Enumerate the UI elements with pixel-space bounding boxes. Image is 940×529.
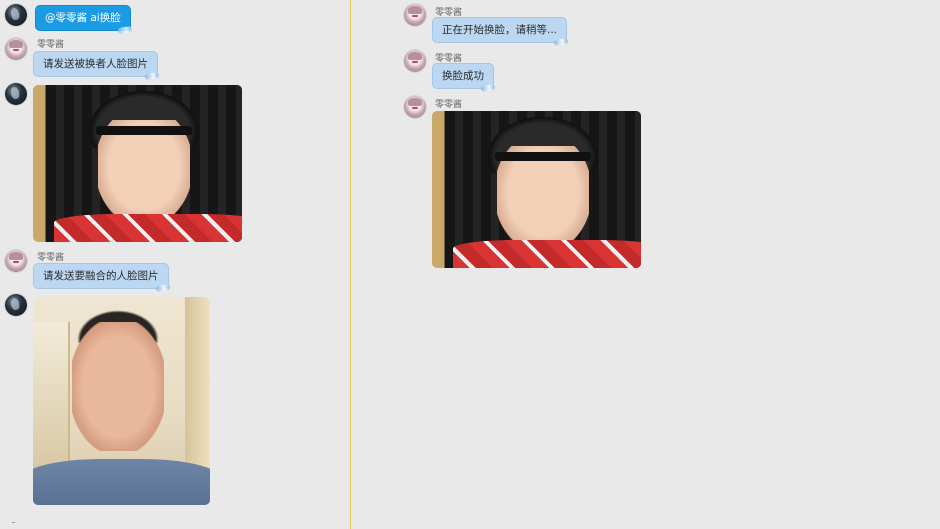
user-avatar[interactable] [5, 294, 27, 316]
bot-name: 零零酱 [37, 253, 65, 263]
bot-name: 零零酱 [435, 100, 463, 110]
cursor-mark [12, 522, 15, 523]
bot-message-bubble[interactable]: 正在开始换脸，请稍等... [432, 17, 568, 43]
bot-message-text: 请发送要融合的人脸图片 [43, 270, 159, 282]
bot-message-text: 请发送被换者人脸图片 [43, 58, 148, 70]
bot-message-bubble[interactable]: 请发送要融合的人脸图片 [33, 263, 169, 289]
bot-avatar[interactable] [404, 96, 426, 118]
bot-message-text: 正在开始换脸，请稍等... [442, 24, 558, 36]
right-chat-panel: 零零酱 正在开始换脸，请稍等... 零零酱 换脸成功 零零酱 [351, 0, 940, 529]
user-message-text: @零零酱 ai换脸 [45, 12, 121, 24]
bot-avatar[interactable] [404, 50, 426, 72]
user-message-bubble[interactable]: @零零酱 ai换脸 [35, 5, 131, 31]
bot-name: 零零酱 [37, 40, 65, 50]
user-avatar[interactable] [5, 83, 27, 105]
bot-avatar[interactable] [5, 38, 27, 60]
bot-avatar[interactable] [404, 4, 426, 26]
target-face-image[interactable] [33, 85, 242, 242]
source-face-image[interactable] [33, 297, 210, 505]
bot-message-bubble[interactable]: 请发送被换者人脸图片 [33, 51, 158, 77]
result-face-image[interactable] [432, 111, 641, 268]
bot-avatar[interactable] [5, 250, 27, 272]
user-avatar[interactable] [5, 4, 27, 26]
bot-message-bubble[interactable]: 换脸成功 [432, 63, 494, 89]
bot-message-text: 换脸成功 [442, 70, 484, 82]
left-chat-panel: @零零酱 ai换脸 零零酱 请发送被换者人脸图片 零零酱 请发送要融合的人脸图片 [0, 0, 350, 529]
